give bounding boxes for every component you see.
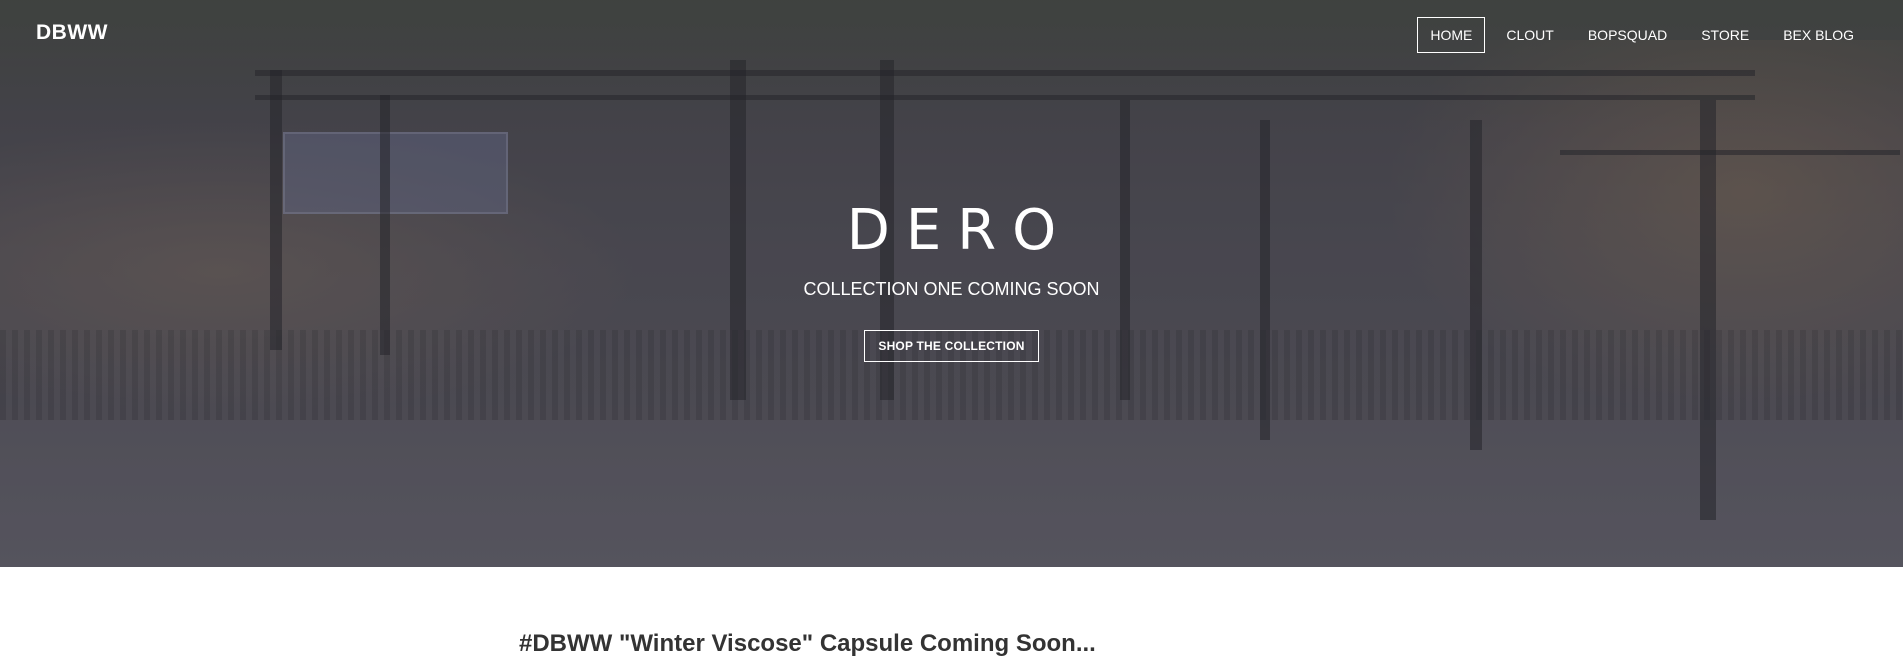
shop-collection-button[interactable]: SHOP THE COLLECTION	[864, 330, 1039, 362]
hero-section: DBWW HOME CLOUT BOPSQUAD STORE BEX BLOG …	[0, 0, 1903, 567]
hero-subtitle: COLLECTION ONE COMING SOON	[803, 279, 1100, 299]
nav-item-clout[interactable]: CLOUT	[1493, 17, 1566, 53]
main-nav: HOME CLOUT BOPSQUAD STORE BEX BLOG	[1409, 17, 1867, 53]
hero-title: DERO	[846, 198, 1073, 263]
nav-item-bex-blog[interactable]: BEX BLOG	[1770, 17, 1867, 53]
nav-item-bopsquad[interactable]: BOPSQUAD	[1575, 17, 1680, 53]
brand-logo[interactable]: DBWW	[36, 21, 108, 45]
post-title[interactable]: #DBWW "Winter Viscose" Capsule Coming So…	[519, 630, 1096, 658]
nav-item-store[interactable]: STORE	[1688, 17, 1762, 53]
nav-item-home[interactable]: HOME	[1417, 17, 1486, 53]
